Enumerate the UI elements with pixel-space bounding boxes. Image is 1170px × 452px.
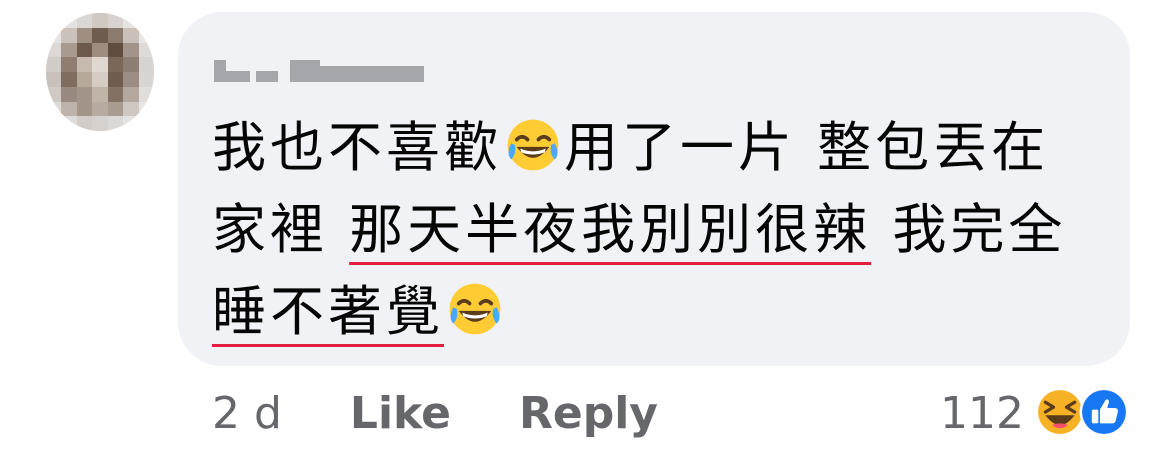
avatar-pixel xyxy=(76,86,94,103)
avatar[interactable] xyxy=(46,13,154,131)
avatar-pixel xyxy=(76,13,94,29)
avatar-pixel xyxy=(107,116,125,131)
comment-actions: 2 d Like Reply xyxy=(212,388,712,439)
text-segment: 我也不喜歡 xyxy=(212,116,502,179)
avatar-pixel xyxy=(76,57,94,74)
underlined-text: 睡不著覺 xyxy=(212,280,444,343)
timestamp[interactable]: 2 d xyxy=(212,388,282,439)
avatar-pixel xyxy=(76,72,94,88)
thumbs-up-icon xyxy=(1079,387,1129,437)
avatar-pixel xyxy=(107,27,125,44)
like-button[interactable]: Like xyxy=(350,388,451,439)
avatar-pixel xyxy=(138,72,154,88)
text-segment: 家裡 xyxy=(212,198,350,261)
avatar-pixel xyxy=(107,42,125,59)
avatar-pixel xyxy=(138,13,154,29)
comment-text: 我也不喜歡 用了一片 整包丟在 家裡 那天半夜我別別很辣 我完全 睡不著覺 xyxy=(212,107,1112,353)
avatar-pixel xyxy=(107,86,125,103)
avatar-pixel xyxy=(138,86,154,103)
comment-line-3: 睡不著覺 xyxy=(212,271,1112,353)
comment-line-2: 家裡 那天半夜我別別很辣 我完全 xyxy=(212,189,1112,271)
author-name[interactable] xyxy=(214,56,424,86)
avatar-pixel xyxy=(138,57,154,74)
text-segment: 用了一片 整包丟在 xyxy=(564,116,1050,179)
avatar-pixel xyxy=(138,27,154,44)
reaction-summary[interactable]: 112 xyxy=(940,384,1140,440)
avatar-pixel xyxy=(76,27,94,44)
reply-button[interactable]: Reply xyxy=(519,388,658,439)
avatar-pixel xyxy=(138,101,154,118)
face-with-tears-of-joy-icon xyxy=(507,119,559,171)
avatar-pixel xyxy=(107,101,125,118)
avatar-pixel xyxy=(138,42,154,59)
reaction-count: 112 xyxy=(940,388,1024,439)
avatar-pixel xyxy=(107,13,125,29)
underlined-text: 那天半夜我別別很辣 xyxy=(349,198,872,261)
face-with-tears-of-joy-icon xyxy=(449,283,501,335)
avatar-pixel xyxy=(76,42,94,59)
avatar-pixel xyxy=(107,72,125,88)
text-segment: 我完全 xyxy=(871,198,1067,261)
avatar-pixel xyxy=(76,116,94,131)
avatar-pixel xyxy=(138,116,154,131)
avatar-pixel xyxy=(76,101,94,118)
comment-line-1: 我也不喜歡 用了一片 整包丟在 xyxy=(212,107,1112,189)
comment-container: 我也不喜歡 用了一片 整包丟在 家裡 那天半夜我別別很辣 我完全 睡不著覺 2 … xyxy=(0,0,1170,452)
avatar-pixel xyxy=(107,57,125,74)
